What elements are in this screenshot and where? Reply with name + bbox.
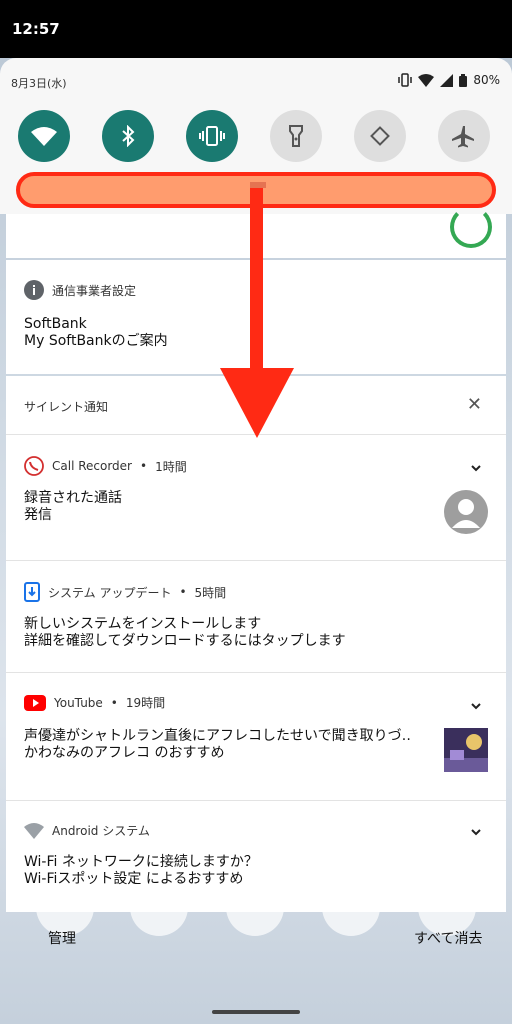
chevron-down-icon[interactable]: [470, 462, 482, 474]
status-bar: 12:57: [0, 0, 512, 58]
wifi-icon: [31, 127, 57, 146]
vibrate-status-icon: [398, 73, 413, 87]
notification-text: 詳細を確認してダウンロードするにはタップします: [24, 633, 346, 649]
silent-notifications: サイレント通知 ✕ Call Recorder • 1時間 録音された通話 発信…: [6, 376, 506, 912]
airplane-tile[interactable]: [438, 110, 490, 162]
info-icon: [24, 280, 44, 300]
battery-percent: 80%: [473, 73, 500, 87]
gesture-nav-bar[interactable]: [212, 1010, 300, 1014]
thumbnail-image: [444, 728, 488, 772]
airplane-icon: [452, 126, 474, 148]
notification-text: 発信: [24, 507, 52, 523]
auto-rotate-tile[interactable]: [354, 110, 406, 162]
separator-dot: •: [110, 695, 118, 710]
homescreen-app-icon: [130, 906, 188, 936]
bluetooth-tile[interactable]: [102, 110, 154, 162]
person-icon: [452, 499, 480, 528]
separator-dot: •: [179, 585, 187, 599]
notification-app-name: システム アップデート: [48, 585, 172, 600]
notification-title: 声優達がシャトルラン直後にアフレコしたせいで聞き取りづ‥: [24, 728, 411, 744]
date-label[interactable]: 8月3日(水): [11, 75, 67, 91]
chevron-down-icon[interactable]: [470, 826, 482, 838]
notification-text: かわなみのアフレコ のおすすめ: [24, 745, 225, 761]
phone-icon: [24, 456, 44, 476]
status-time: 12:57: [12, 20, 60, 38]
notification-body: 声優達がシャトルラン直後にアフレコしたせいで聞き取りづ‥ かわなみのアフレコ の…: [24, 728, 424, 762]
notification-title: 録音された通話: [24, 490, 122, 506]
notification-app-name: 通信事業者設定: [52, 283, 137, 298]
notification-text: Wi-Fiスポット設定 によるおすすめ: [24, 871, 244, 887]
notification-title: 新しいシステムをインストールします: [24, 616, 262, 632]
bluetooth-icon: [122, 125, 135, 147]
flashlight-icon: [289, 125, 303, 147]
wifi-question-icon: [24, 822, 44, 839]
vibrate-tile[interactable]: [186, 110, 238, 162]
wifi-tile[interactable]: [18, 110, 70, 162]
battery-icon: [459, 73, 468, 87]
system-status-icons: 80%: [398, 73, 500, 87]
notification-app-name: Call Recorder: [52, 459, 132, 473]
close-icon[interactable]: ✕: [467, 394, 482, 415]
notification-body: SoftBank My SoftBankのご案内: [24, 316, 168, 350]
divider: [6, 560, 506, 561]
section-title: サイレント通知: [24, 400, 109, 414]
notification-title: SoftBank: [24, 316, 87, 332]
flashlight-tile[interactable]: [270, 110, 322, 162]
notification-footer: 管理 すべて消去: [0, 906, 512, 1024]
notification-title: Wi-Fi ネットワークに接続しますか？: [24, 854, 258, 870]
notification-body: 新しいシステムをインストールします 詳細を確認してダウンロードするにはタップしま…: [24, 616, 346, 650]
notification-body: 録音された通話 発信: [24, 490, 122, 524]
quick-tiles: [18, 110, 496, 162]
avatar: [444, 490, 488, 534]
vibrate-icon: [199, 126, 225, 146]
notification-header: Call Recorder • 1時間: [24, 456, 187, 476]
notification-app-name: Android システム: [52, 824, 150, 838]
notification-header: Android システム: [24, 822, 150, 839]
annotation-arrow-shaft: [250, 188, 263, 372]
notification-time: 1時間: [155, 459, 187, 474]
separator-dot: •: [140, 459, 148, 473]
notification-text: My SoftBankのご案内: [24, 333, 168, 349]
homescreen-app-icon: [226, 906, 284, 936]
divider: [6, 800, 506, 801]
notification-app-name: YouTube: [54, 695, 103, 710]
notification-header: システム アップデート • 5時間: [24, 582, 226, 602]
annotation-arrow-head: [220, 368, 294, 438]
chevron-down-icon[interactable]: [470, 700, 482, 712]
video-thumbnail: [444, 728, 488, 772]
notification-body: Wi-Fi ネットワークに接続しますか？ Wi-Fiスポット設定 によるおすすめ: [24, 854, 258, 888]
divider: [6, 672, 506, 673]
auto-rotate-icon: [370, 126, 390, 146]
notification-time: 5時間: [194, 585, 227, 600]
system-update-icon: [24, 582, 40, 602]
homescreen-app-icon: [322, 906, 380, 936]
notification-header: YouTube • 19時間: [24, 694, 165, 711]
youtube-icon: [24, 694, 46, 711]
notification-header: 通信事業者設定: [24, 280, 136, 300]
manage-button[interactable]: 管理: [48, 928, 76, 948]
notification-time: 19時間: [125, 696, 166, 710]
partial-app-icon: [450, 206, 492, 248]
wifi-status-icon: [418, 73, 435, 87]
clear-all-button[interactable]: すべて消去: [414, 928, 482, 948]
signal-status-icon: [440, 73, 454, 87]
